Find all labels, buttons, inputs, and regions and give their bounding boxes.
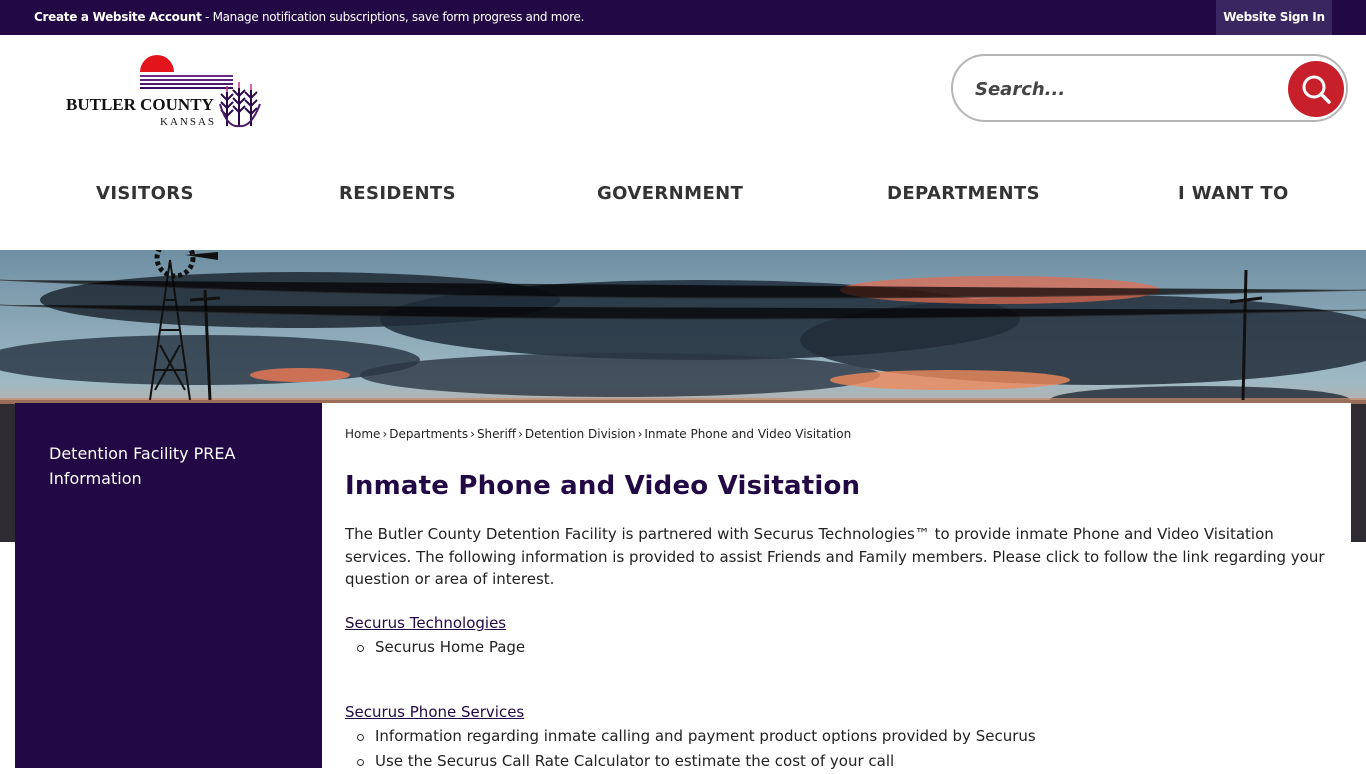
search-icon <box>1302 75 1331 104</box>
search-input[interactable] <box>973 70 1277 108</box>
securus-technologies-link[interactable]: Securus Technologies <box>345 614 506 632</box>
top-notification-bar: Create a Website Account - Manage notifi… <box>0 0 1366 35</box>
nav-residents[interactable]: RESIDENTS <box>339 183 456 204</box>
list-item-call-rate-calculator[interactable]: Use the Securus Call Rate Calculator to … <box>345 749 1036 774</box>
site-header: BUTLER COUNTY KANSAS VISITORS RESIDENTS … <box>0 35 1366 250</box>
search-button[interactable] <box>1288 61 1344 117</box>
main-content: Home › Departments › Sheriff › Detention Divis… <box>322 403 1351 770</box>
list-item-securus-home-page[interactable]: Securus Home Page <box>345 635 525 660</box>
breadcrumb-sheriff[interactable]: Sheriff <box>477 427 516 441</box>
account-message: Create a Website Account - Manage notifi… <box>34 10 584 24</box>
breadcrumb-detention-division[interactable]: Detention Division <box>525 427 636 441</box>
account-message-text: - Manage notification subscriptions, sav… <box>201 10 585 24</box>
breadcrumb-separator: › <box>382 427 388 441</box>
nav-government[interactable]: GOVERNMENT <box>597 183 743 204</box>
nav-departments[interactable]: DEPARTMENTS <box>887 183 1040 204</box>
logo-county-name: BUTLER COUNTY <box>66 95 214 114</box>
sidebar-item-prea-information[interactable]: Detention Facility PREA Information <box>49 441 289 491</box>
search-box <box>951 54 1348 122</box>
nav-i-want-to[interactable]: I WANT TO <box>1178 183 1289 204</box>
sidebar: Detention Facility PREA Information <box>15 403 322 768</box>
breadcrumb-separator: › <box>637 427 643 441</box>
breadcrumb: Home › Departments › Sheriff › Detention Divis… <box>345 427 851 441</box>
website-sign-in-button[interactable]: Website Sign In <box>1216 0 1332 35</box>
create-account-link[interactable]: Create a Website Account <box>34 10 202 24</box>
breadcrumb-separator: › <box>518 427 523 441</box>
breadcrumb-current: Inmate Phone and Video Visitation <box>644 427 852 441</box>
breadcrumb-departments[interactable]: Departments <box>389 427 468 441</box>
main-navigation: VISITORS RESIDENTS GOVERNMENT DEPARTMENT… <box>0 183 1366 211</box>
intro-paragraph: The Butler County Detention Facility is … <box>345 525 1325 589</box>
breadcrumb-home[interactable]: Home <box>345 427 380 441</box>
securus-technologies-list: Securus Home Page <box>345 635 525 660</box>
securus-phone-services-list: Information regarding inmate calling and… <box>345 724 1036 774</box>
sun-wheat-logo-icon: BUTLER COUNTY KANSAS <box>66 55 261 128</box>
list-item-calling-payment-options[interactable]: Information regarding inmate calling and… <box>345 724 1036 749</box>
butler-county-logo[interactable]: BUTLER COUNTY KANSAS <box>62 52 272 130</box>
page-title: Inmate Phone and Video Visitation <box>345 471 861 501</box>
nav-visitors[interactable]: VISITORS <box>96 183 194 204</box>
breadcrumb-separator: › <box>470 427 475 441</box>
securus-phone-services-link[interactable]: Securus Phone Services <box>345 703 524 721</box>
logo-state-name: KANSAS <box>160 116 216 128</box>
